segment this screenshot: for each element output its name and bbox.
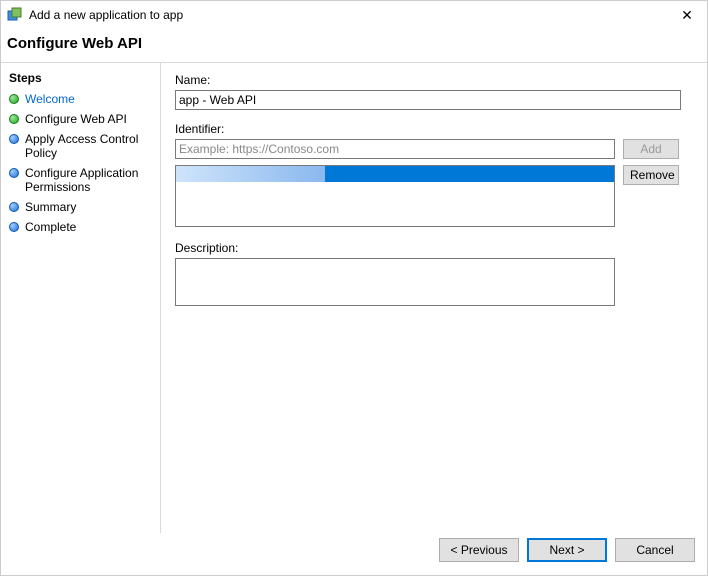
add-button[interactable]: Add bbox=[623, 139, 679, 159]
form-panel: Name: Identifier: Add Remove Description… bbox=[161, 63, 707, 533]
identifier-label: Identifier: bbox=[175, 122, 697, 136]
step-configure-application-permissions[interactable]: Configure Application Permissions bbox=[5, 163, 160, 197]
step-complete[interactable]: Complete bbox=[5, 217, 160, 237]
step-label: Complete bbox=[25, 220, 76, 234]
identifier-listbox[interactable] bbox=[175, 165, 615, 227]
close-button[interactable]: ✕ bbox=[673, 1, 701, 29]
step-pending-icon bbox=[9, 202, 19, 212]
app-icon bbox=[7, 7, 23, 23]
wizard-body: Steps Welcome Configure Web API Apply Ac… bbox=[1, 62, 707, 533]
step-pending-icon bbox=[9, 168, 19, 178]
step-label: Summary bbox=[25, 200, 76, 214]
step-label: Configure Application Permissions bbox=[25, 166, 156, 194]
step-label: Welcome bbox=[25, 92, 75, 106]
window-title: Add a new application to app bbox=[29, 8, 673, 22]
page-header: Configure Web API bbox=[1, 29, 707, 62]
name-input[interactable] bbox=[175, 90, 681, 110]
step-label: Apply Access Control Policy bbox=[25, 132, 156, 160]
identifier-input[interactable] bbox=[175, 139, 615, 159]
step-configure-web-api[interactable]: Configure Web API bbox=[5, 109, 160, 129]
cancel-button[interactable]: Cancel bbox=[615, 538, 695, 562]
remove-button[interactable]: Remove bbox=[623, 165, 679, 185]
step-pending-icon bbox=[9, 134, 19, 144]
previous-button[interactable]: < Previous bbox=[439, 538, 519, 562]
step-label: Configure Web API bbox=[25, 112, 127, 126]
step-complete-icon bbox=[9, 114, 19, 124]
identifier-row: Add bbox=[175, 139, 697, 159]
name-label: Name: bbox=[175, 73, 697, 87]
wizard-window: Add a new application to app ✕ Configure… bbox=[0, 0, 708, 576]
title-bar: Add a new application to app ✕ bbox=[1, 1, 707, 29]
description-textarea[interactable] bbox=[175, 258, 615, 306]
step-apply-access-control-policy[interactable]: Apply Access Control Policy bbox=[5, 129, 160, 163]
identifier-list-row: Remove bbox=[175, 165, 697, 227]
close-icon: ✕ bbox=[681, 7, 693, 24]
step-summary[interactable]: Summary bbox=[5, 197, 160, 217]
steps-sidebar: Steps Welcome Configure Web API Apply Ac… bbox=[1, 63, 161, 533]
description-label: Description: bbox=[175, 241, 697, 255]
identifier-list-item[interactable] bbox=[176, 166, 614, 182]
next-button[interactable]: Next > bbox=[527, 538, 607, 562]
step-welcome[interactable]: Welcome bbox=[5, 89, 160, 109]
page-title: Configure Web API bbox=[7, 35, 697, 52]
identifier-item-highlight bbox=[176, 166, 325, 182]
steps-heading: Steps bbox=[5, 69, 160, 89]
wizard-footer: < Previous Next > Cancel bbox=[1, 533, 707, 575]
step-complete-icon bbox=[9, 94, 19, 104]
step-pending-icon bbox=[9, 222, 19, 232]
